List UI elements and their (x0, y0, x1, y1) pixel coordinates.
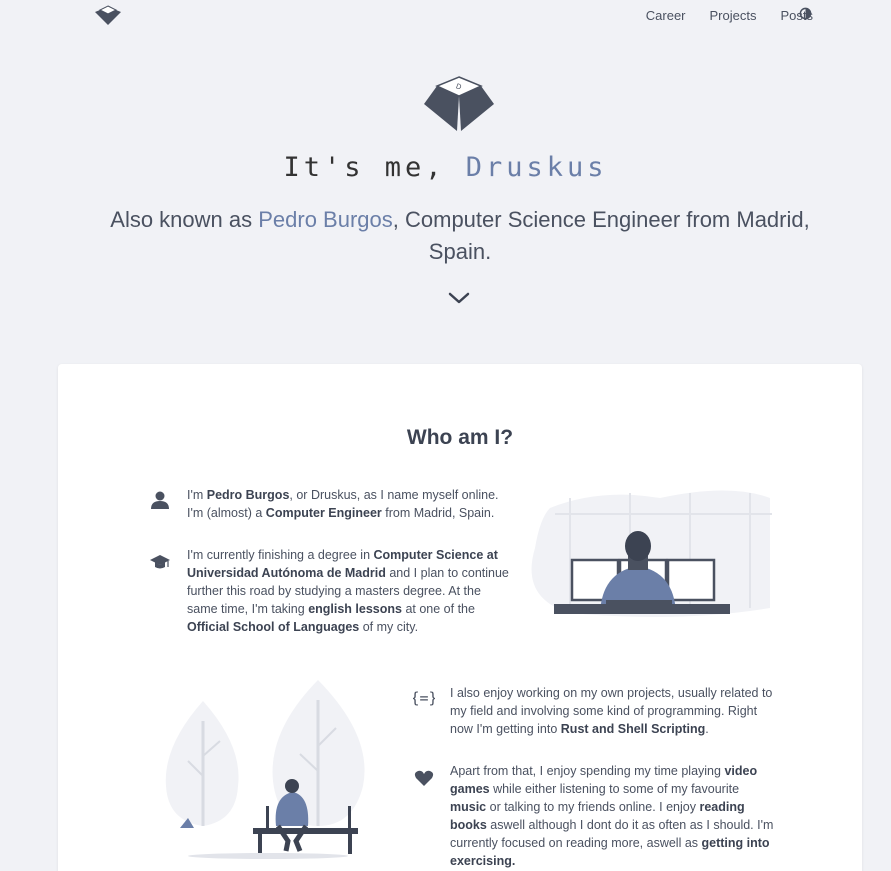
chevron-down-icon[interactable] (447, 290, 471, 306)
emphasis-text: Computer Engineer (265, 506, 382, 520)
about-item-projects: I also enjoy working on my own projects,… (450, 684, 775, 738)
body-text: at one of the (401, 602, 475, 616)
nav-link-career[interactable]: Career (646, 8, 686, 23)
heart-icon (414, 770, 434, 786)
emphasis-text: Rust and Shell Scripting (560, 722, 706, 736)
keycap-logo-icon[interactable] (94, 4, 122, 26)
emphasis-text: music (450, 800, 487, 814)
hero-subtitle: Also known as Pedro Burgos, Computer Sci… (90, 204, 830, 268)
hero-title-prefix: It's me, (283, 152, 466, 183)
emphasis-text: english lessons (308, 602, 402, 616)
body-text: of my city. (359, 620, 419, 634)
keycap-logo-icon: D (424, 76, 494, 131)
top-nav: Career Projects Posts (0, 0, 891, 32)
emphasis-text: Pedro Burgos (206, 488, 290, 502)
about-title: Who am I? (406, 426, 514, 449)
emphasis-text: Official School of Languages (187, 620, 360, 634)
hero-sub-prefix: Also known as (110, 207, 259, 232)
hero-title: It's me, Druskus (0, 152, 891, 183)
body-text: . (705, 722, 709, 736)
bench-trees-illustration (165, 680, 365, 859)
code-braces-icon: {=} (413, 689, 435, 707)
hero-sub-name: Pedro Burgos (258, 207, 393, 232)
body-text: or talking to my friends online. I enjoy (486, 800, 700, 814)
contrast-icon[interactable] (799, 7, 812, 20)
about-card: Who am I? I'm Pedro Burgos, or Druskus, … (58, 364, 862, 871)
body-text: I'm currently finishing a degree in (187, 548, 374, 562)
graduation-cap-icon (150, 555, 170, 569)
about-item-education: I'm currently finishing a degree in Comp… (187, 546, 512, 636)
body-text: from Madrid, Spain. (381, 506, 495, 520)
about-item-hobbies: Apart from that, I enjoy spending my tim… (450, 762, 775, 870)
about-item-identity: I'm Pedro Burgos, or Druskus, as I name … (187, 486, 512, 522)
svg-text:{=}: {=} (413, 689, 435, 707)
hero-title-name: Druskus (465, 152, 608, 183)
nav-link-projects[interactable]: Projects (710, 8, 757, 23)
body-text: I'm (187, 488, 207, 502)
user-icon (151, 491, 169, 509)
developer-illustration (531, 490, 772, 617)
hero-sub-suffix: , Computer Science Engineer from Madrid,… (392, 207, 810, 264)
body-text: while either listening to some of my fav… (489, 782, 740, 796)
body-text: Apart from that, I enjoy spending my tim… (450, 764, 725, 778)
